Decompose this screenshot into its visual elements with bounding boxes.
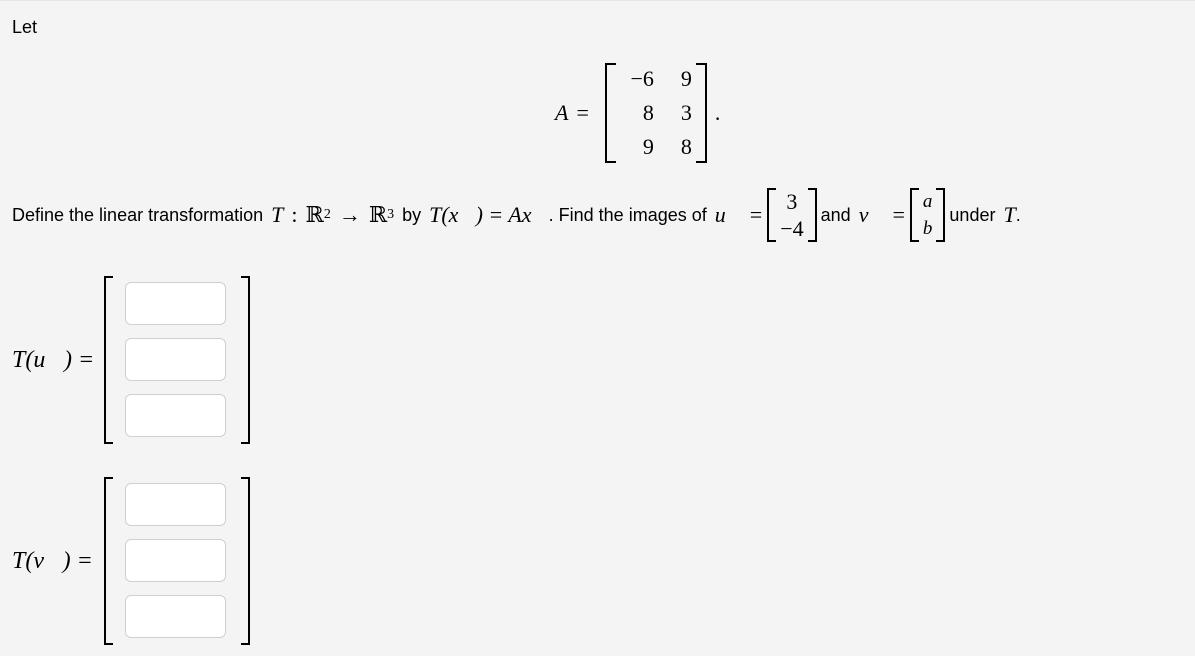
codomain-exponent: 3 [387,207,395,222]
and-text: and [820,204,851,225]
u-component: −4 [780,215,804,241]
t-of-u-component-2-input[interactable] [125,338,226,381]
matrix-entry: 3 [680,100,692,125]
left-bracket [767,188,777,242]
t-of-v-component-2-input[interactable] [125,539,226,582]
right-bracket [936,188,946,242]
u-vector-label: u⃗ = [714,202,764,227]
transformation-symbol: T [1003,202,1016,227]
left-bracket [909,188,919,242]
v-component: a [922,190,933,212]
definition-line: Define the linear transformation T : ℝ2 … [12,185,1021,245]
equals-sign: = [576,100,589,125]
colon: : [291,202,298,227]
left-bracket [104,477,113,645]
answer-vector-u [104,276,250,444]
right-bracket [241,477,250,645]
v-vector-label: v⃗ = [858,202,906,227]
transformation-symbol: T [271,202,284,227]
domain-symbol: ℝ [305,202,324,227]
by-text: by [402,204,422,225]
period: . [714,100,721,125]
right-bracket [695,63,707,163]
t-of-u-label: T(u⃗) = [12,346,95,373]
answer-vector-v [104,477,250,645]
matrix-a-entries: −6 9 8 3 9 8 [616,62,696,164]
t-of-u-component-3-input[interactable] [125,394,226,437]
answer-t-of-v: T(v⃗) = [12,477,250,645]
right-bracket [807,188,817,242]
transformation-formula: T(x⃗) = Ax⃗ [429,202,549,227]
matrix-name: A [555,100,569,125]
right-bracket [241,276,250,444]
v-vector: a b [909,188,946,242]
arrow: → [338,202,361,227]
matrix-entry: 9 [680,66,692,91]
left-bracket [604,63,616,163]
definition-text: Define the linear transformation [12,204,264,225]
v-component: b [922,217,933,239]
t-of-u-component-1-input[interactable] [125,282,226,325]
u-component: 3 [786,188,798,214]
t-of-v-component-1-input[interactable] [125,483,226,526]
matrix-a-definition: A = −6 9 8 3 9 8 . [555,63,720,163]
find-images-text: . Find the images of [548,204,707,225]
left-bracket [104,276,113,444]
intro-text: Let [12,17,38,37]
answer-t-of-u: T(u⃗) = [12,276,250,444]
codomain-symbol: ℝ [368,202,388,227]
matrix-entry: −6 [630,66,654,91]
domain-exponent: 2 [323,207,331,222]
t-of-v-component-3-input[interactable] [125,595,226,638]
matrix-entry: 8 [642,100,654,125]
matrix-entry: 8 [680,134,692,159]
period: . [1015,204,1021,225]
under-text: under [949,204,996,225]
u-vector: 3 −4 [767,188,817,242]
t-of-v-label: T(v⃗) = [12,547,93,574]
matrix-entry: 9 [642,134,654,159]
